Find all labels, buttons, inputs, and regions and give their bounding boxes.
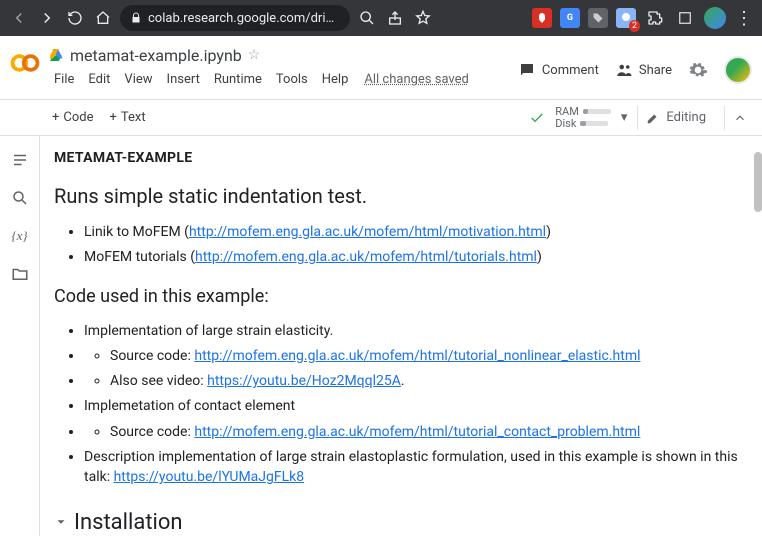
link-contact[interactable]: http://mofem.eng.gla.ac.uk/mofem/html/tu… (194, 424, 640, 440)
list-item: Description implementation of large stra… (84, 447, 742, 488)
link-video2[interactable]: https://youtu.be/lYUMaJgFLk8 (114, 469, 305, 485)
pencil-icon (646, 111, 660, 125)
link-elastic[interactable]: http://mofem.eng.gla.ac.uk/mofem/html/tu… (194, 348, 640, 364)
user-avatar[interactable] (724, 56, 752, 84)
main-area: {x} METAMAT-EXAMPLE Runs simple static i… (0, 136, 762, 536)
drive-icon (48, 47, 64, 63)
menu-edit[interactable]: Edit (82, 70, 116, 89)
editing-mode-button[interactable]: Editing (637, 106, 714, 130)
list-item: Source code: http://mofem.eng.gla.ac.uk/… (110, 346, 742, 366)
list-item: Implemetation of contact element (84, 396, 742, 416)
ext-adblock-icon[interactable] (532, 8, 552, 28)
left-sidebar: {x} (0, 136, 40, 536)
collapse-button[interactable] (724, 106, 754, 130)
reload-icon[interactable] (64, 7, 86, 29)
share-button[interactable]: Share (615, 61, 672, 79)
menu-dots-icon[interactable]: ⋮ (734, 8, 754, 29)
list-item: Source code: http://mofem.eng.gla.ac.uk/… (84, 422, 742, 442)
ext-bubble-icon[interactable]: 2 (616, 8, 636, 28)
add-code-button[interactable]: +Code (44, 106, 102, 129)
profile-avatar[interactable] (704, 7, 726, 29)
menu-insert[interactable]: Insert (161, 70, 206, 89)
doc-title[interactable]: metamat-example.ipynb (70, 46, 242, 65)
browser-toolbar: colab.research.google.com/dri… G 2 ⋮ (0, 0, 762, 36)
ext-badge: 2 (629, 20, 640, 32)
extensions-group: G 2 ⋮ (532, 7, 754, 29)
plus-icon: + (110, 110, 117, 125)
list-item: Also see video: https://youtu.be/Hoz2Mqq… (84, 371, 742, 391)
url-text: colab.research.google.com/dri… (148, 11, 334, 26)
chevron-down-icon[interactable] (54, 515, 68, 529)
comment-icon (518, 61, 536, 79)
heading-installation: Installation (54, 510, 742, 535)
extensions-icon[interactable] (644, 7, 666, 29)
ext-tag-icon[interactable] (588, 8, 608, 28)
star-icon[interactable] (412, 7, 434, 29)
forward-icon[interactable] (36, 7, 58, 29)
save-status[interactable]: All changes saved (358, 70, 475, 89)
share-icon (615, 61, 633, 79)
list-item: Linik to MoFEM (http://mofem.eng.gla.ac.… (84, 222, 742, 242)
list-item: Implementation of large strain elasticit… (84, 321, 742, 341)
back-icon[interactable] (8, 7, 30, 29)
heading-meta: METAMAT-EXAMPLE (54, 150, 742, 166)
menu-view[interactable]: View (118, 70, 158, 89)
zoom-icon[interactable] (356, 7, 378, 29)
menu-help[interactable]: Help (316, 70, 355, 89)
colab-logo-icon[interactable] (10, 48, 40, 78)
menu-runtime[interactable]: Runtime (208, 70, 268, 89)
comment-button[interactable]: Comment (518, 61, 599, 79)
notebook-toolbar: +Code +Text RAM Disk ▾ Editing (0, 100, 762, 136)
toc-icon[interactable] (10, 150, 30, 170)
list-item: MoFEM tutorials (http://mofem.eng.gla.ac… (84, 247, 742, 267)
home-icon[interactable] (92, 7, 114, 29)
menu-tools[interactable]: Tools (270, 70, 314, 89)
add-text-button[interactable]: +Text (102, 106, 154, 129)
address-bar[interactable]: colab.research.google.com/dri… (120, 5, 350, 31)
connect-dropdown-icon[interactable]: ▾ (621, 110, 628, 125)
heading-code-used: Code used in this example: (54, 286, 742, 307)
doc-star-icon[interactable]: ☆ (248, 47, 261, 63)
ext-translate-icon[interactable]: G (560, 8, 580, 28)
share-browser-icon[interactable] (384, 7, 406, 29)
lock-icon (130, 12, 142, 24)
list-item: Also see video: https://youtu.be/Hoz2Mqq… (110, 371, 742, 391)
link-motivation[interactable]: http://mofem.eng.gla.ac.uk/mofem/html/mo… (189, 224, 546, 240)
disk-bar (580, 121, 608, 126)
colab-header: metamat-example.ipynb ☆ File Edit View I… (0, 36, 762, 100)
resource-meter[interactable]: RAM Disk (555, 106, 611, 130)
vars-icon[interactable]: {x} (10, 226, 30, 246)
menu-file[interactable]: File (48, 70, 80, 89)
scrollbar[interactable] (754, 152, 762, 212)
heading-subtitle: Runs simple static indentation test. (54, 184, 742, 208)
notebook-content[interactable]: METAMAT-EXAMPLE Runs simple static inden… (40, 136, 762, 536)
connected-check-icon (529, 110, 545, 126)
list-item: Source code: http://mofem.eng.gla.ac.uk/… (84, 346, 742, 366)
files-icon[interactable] (10, 264, 30, 284)
menubar: File Edit View Insert Runtime Tools Help… (48, 70, 518, 89)
link-video1[interactable]: https://youtu.be/Hoz2Mqql25A (207, 373, 401, 389)
window-icon[interactable] (674, 7, 696, 29)
link-tutorials[interactable]: http://mofem.eng.gla.ac.uk/mofem/html/tu… (195, 249, 537, 265)
search-icon[interactable] (10, 188, 30, 208)
plus-icon: + (52, 110, 59, 125)
ram-bar (583, 109, 611, 114)
settings-icon[interactable] (688, 60, 708, 80)
list-item: Source code: http://mofem.eng.gla.ac.uk/… (110, 422, 742, 442)
